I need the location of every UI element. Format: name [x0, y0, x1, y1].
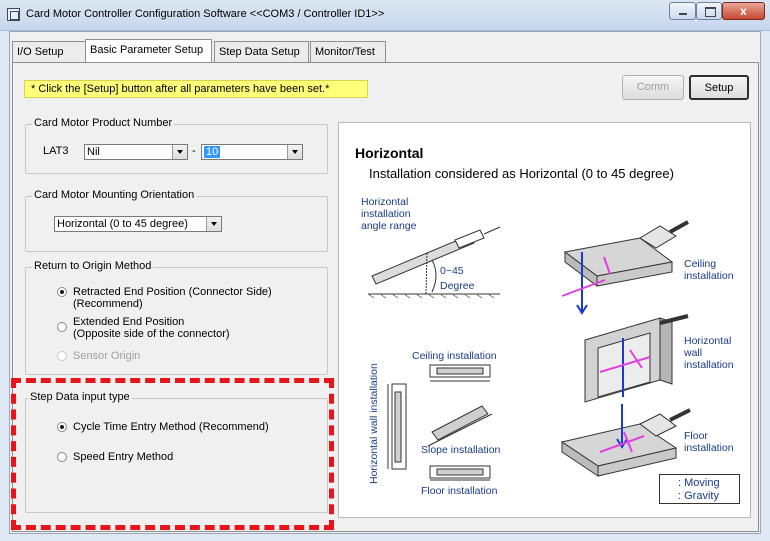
arrow-legend: : Moving : Gravity [659, 474, 740, 504]
wall-installation-diagram [584, 314, 689, 403]
wall-right-label-1: Horizontal [684, 335, 732, 347]
range-label-line-2: installation [361, 208, 411, 220]
ceiling-installation-label: Ceiling installation [412, 350, 497, 362]
tab-basic-parameter-setup[interactable]: Basic Parameter Setup [85, 39, 212, 62]
tab-label: Basic Parameter Setup [90, 44, 204, 56]
angle-range-diagram [367, 226, 501, 299]
app-window: Card Motor Controller Configuration Soft… [0, 0, 770, 541]
wall-right-label-2: wall [684, 347, 703, 359]
angle-label-1: 0~45 [440, 265, 464, 277]
range-label-line-1: Horizontal [361, 196, 409, 208]
ceiling-installation-diagram [561, 220, 689, 315]
floor-right-label-1: Floor [684, 430, 708, 442]
angle-label-2: Degree [440, 280, 475, 292]
legend-gravity: : Gravity [678, 490, 719, 502]
illustration-drawing [367, 220, 691, 504]
slope-installation-label: Slope installation [421, 444, 501, 456]
legend-moving: : Moving [678, 477, 720, 489]
floor-installation-diagram [560, 404, 691, 477]
ceiling-right-label-2: installation [684, 270, 734, 282]
range-label-line-3: angle range [361, 220, 417, 232]
floor-installation-label: Floor installation [421, 485, 498, 497]
horizontal-wall-vertical-label: Horizontal wall installation [368, 363, 380, 484]
small-installation-diagrams [387, 364, 493, 481]
floor-right-label-2: installation [684, 442, 734, 454]
ceiling-right-label-1: Ceiling [684, 258, 717, 270]
wall-right-label-3: installation [684, 359, 734, 371]
